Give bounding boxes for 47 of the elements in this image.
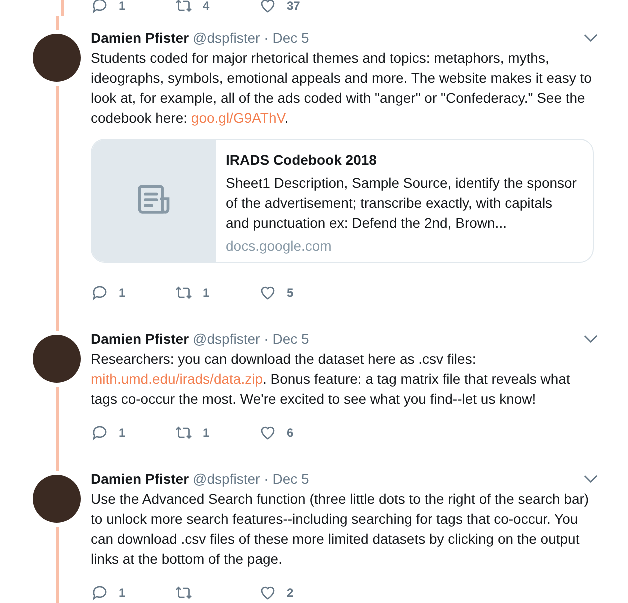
avatar[interactable] xyxy=(33,34,81,82)
retweet-count: 1 xyxy=(203,425,210,442)
author-handle[interactable]: @dspfister xyxy=(193,469,260,489)
heart-icon[interactable] xyxy=(259,424,277,442)
reply-icon[interactable] xyxy=(91,584,109,602)
reply-count: 1 xyxy=(119,0,126,15)
reply-icon[interactable] xyxy=(91,0,109,15)
chevron-down-icon[interactable] xyxy=(584,334,598,344)
author-handle[interactable]: @dspfister xyxy=(193,28,260,48)
author-name[interactable]: Damien Pfister xyxy=(91,329,190,349)
reply-count: 1 xyxy=(119,585,126,602)
link-card[interactable]: IRADS Codebook 2018 Sheet1 Description, Sample Source, identify the sponsor of the advertisement; transcribe exactly, with capitals and punctuation ex: Defend the 2nd, Brown... docs.google.com xyxy=(91,139,594,263)
retweet-icon[interactable] xyxy=(175,584,193,602)
chevron-down-icon[interactable] xyxy=(584,34,598,42)
card-domain: docs.google.com xyxy=(226,237,333,256)
retweet-count: 4 xyxy=(203,0,210,15)
like-count: 6 xyxy=(287,425,294,442)
avatar[interactable] xyxy=(33,475,81,523)
reply-icon[interactable] xyxy=(91,284,109,302)
retweet-icon[interactable] xyxy=(175,0,193,15)
like-count: 37 xyxy=(287,0,300,15)
tweet-link[interactable]: mith.umd.edu/irads/data.zip xyxy=(91,371,263,387)
tweet-text: Researchers: you can download the dataset here as .csv files: mith.umd.edu/irads/data.zip. Bonus feature: a tag matrix file that reveals what tags co-occur the most. We're excited to see what you find--let us know! xyxy=(91,350,572,409)
author-name[interactable]: Damien Pfister xyxy=(91,28,190,48)
heart-icon[interactable] xyxy=(259,284,277,302)
tweet-link[interactable]: goo.gl/G9AThV xyxy=(191,110,285,126)
tweet-date[interactable]: · Dec 5 xyxy=(264,329,310,349)
tweet-date[interactable]: · Dec 5 xyxy=(264,469,310,489)
heart-icon[interactable] xyxy=(259,0,277,15)
reply-icon[interactable] xyxy=(91,424,109,442)
tweet-date[interactable]: · Dec 5 xyxy=(264,28,310,48)
card-title: IRADS Codebook 2018 xyxy=(226,151,378,170)
author-handle[interactable]: @dspfister xyxy=(193,329,260,349)
tweet-text: Students coded for major rhetorical themes and topics: metaphors, myths, ideographs, symbols, emotional appeals and more. The website makes it easy to look at, for example, all of the ads coded with "anger" or "Confederacy." See the codebook here: goo.gl/G9AThV. xyxy=(91,49,593,128)
reply-count: 1 xyxy=(119,425,126,442)
chevron-down-icon[interactable] xyxy=(584,474,598,484)
card-description: Sheet1 Description, Sample Source, identify the sponsor of the advertisement; transcribe exactly, with capitals and punctuation ex: Defend the 2nd, Brown... xyxy=(226,174,578,233)
author-name[interactable]: Damien Pfister xyxy=(91,469,190,489)
retweet-count: 1 xyxy=(203,285,210,302)
heart-icon[interactable] xyxy=(259,584,277,602)
retweet-icon[interactable] xyxy=(175,284,193,302)
like-count: 5 xyxy=(287,285,294,302)
tweet-text: Use the Advanced Search function (three little dots to the right of the search bar) to unlock more search features--including searching for tags that co-occur. You can download .csv files of these more limited datasets by clicking on the output links at the bottom of the page. xyxy=(91,490,590,569)
like-count: 2 xyxy=(287,585,294,602)
retweet-icon[interactable] xyxy=(175,424,193,442)
reply-count: 1 xyxy=(119,285,126,302)
avatar[interactable] xyxy=(33,335,81,383)
